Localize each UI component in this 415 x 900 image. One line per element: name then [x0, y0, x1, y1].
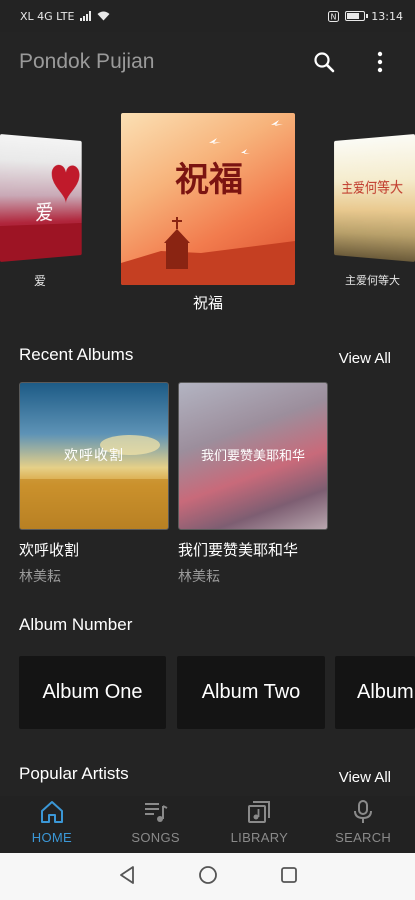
- microphone-icon: [354, 800, 373, 823]
- popular-artists-title: Popular Artists: [19, 763, 129, 783]
- album-cover: 我们要赞美耶和华: [178, 382, 328, 530]
- nav-songs[interactable]: SONGS: [104, 796, 208, 853]
- svg-text:N: N: [331, 12, 337, 21]
- carousel-cover-zhufu[interactable]: 祝福: [121, 113, 295, 285]
- album-number-card[interactable]: Album One: [19, 656, 166, 729]
- back-button[interactable]: [118, 865, 136, 889]
- nav-search[interactable]: SEARCH: [311, 796, 415, 853]
- album-number-title: Album Number: [19, 615, 133, 634]
- album-name: 欢呼收割: [19, 541, 80, 559]
- recents-square-icon: [280, 866, 297, 883]
- album-artist: 林美耘: [19, 569, 61, 585]
- recent-albums-header: Recent Albums View All: [19, 342, 391, 368]
- back-triangle-icon: [119, 865, 134, 884]
- album-number-card[interactable]: Album Two: [177, 656, 325, 729]
- home-circle-icon: [198, 865, 217, 884]
- music-list-icon: [144, 803, 168, 822]
- carrier-label: XL 4G LTE: [20, 9, 75, 23]
- carousel-caption-right: 主爱何等大: [345, 274, 400, 287]
- popular-artists-view-all[interactable]: View All: [339, 769, 391, 786]
- search-button[interactable]: [307, 45, 341, 79]
- app-title: Pondok Pujian: [19, 50, 155, 73]
- album-card[interactable]: 欢呼收割 欢呼收割 林美耘: [19, 382, 169, 586]
- nav-home-label: HOME: [31, 830, 72, 845]
- album-card[interactable]: 我们要赞美耶和华 我们要赞美耶和华 林美耘: [178, 382, 328, 586]
- album-name: 我们要赞美耶和华: [178, 541, 299, 559]
- system-navigation-bar: [0, 853, 415, 900]
- album-cover-text: 欢呼收割: [64, 448, 124, 464]
- album-number-card[interactable]: Album: [335, 656, 415, 729]
- featured-carousel: 爱 祝福 主爱何等大 爱 祝福 主爱何等大: [0, 110, 415, 320]
- cover-title-ai: 爱: [35, 201, 54, 226]
- nav-library-label: LIBRARY: [230, 830, 289, 845]
- album-number-header: Album Number: [19, 615, 391, 635]
- carousel-caption-center: 祝福: [192, 294, 223, 312]
- cover-title-zhuai: 主爱何等大: [341, 178, 404, 197]
- nfc-icon: N: [328, 10, 340, 22]
- album-artist: 林美耘: [178, 569, 220, 585]
- wifi-icon: [97, 11, 110, 21]
- album-cover-text: 我们要赞美耶和华: [200, 449, 305, 464]
- home-icon: [40, 801, 63, 823]
- signal-icon: [80, 11, 92, 21]
- bottom-navigation: HOME SONGS LIBRARY SEARCH: [0, 796, 415, 853]
- nav-library[interactable]: LIBRARY: [208, 796, 312, 853]
- home-system-button[interactable]: [198, 865, 218, 889]
- nav-home[interactable]: HOME: [0, 796, 104, 853]
- popular-artists-header: Popular Artists View All: [19, 761, 391, 787]
- app-bar: Pondok Pujian: [0, 32, 415, 92]
- more-vert-icon: [377, 51, 383, 73]
- search-icon: [314, 52, 335, 73]
- recent-albums-title: Recent Albums: [19, 344, 134, 364]
- recent-albums-view-all[interactable]: View All: [339, 350, 391, 367]
- library-icon: [248, 801, 271, 823]
- status-bar: XL 4G LTE N 13:14: [0, 0, 415, 32]
- nav-songs-label: SONGS: [131, 830, 180, 845]
- album-cover: 欢呼收割: [19, 382, 169, 530]
- battery-icon: [345, 11, 369, 21]
- recents-button[interactable]: [280, 866, 298, 888]
- carousel-cover-ai[interactable]: 爱: [0, 134, 82, 262]
- clock: 13:14: [371, 9, 403, 23]
- carousel-cover-zhuai[interactable]: 主爱何等大: [334, 134, 415, 262]
- overflow-menu-button[interactable]: [363, 45, 397, 79]
- cover-title-zhufu: 祝福: [175, 160, 243, 200]
- carousel-caption-left: 爱: [33, 274, 46, 288]
- nav-search-label: SEARCH: [335, 830, 392, 845]
